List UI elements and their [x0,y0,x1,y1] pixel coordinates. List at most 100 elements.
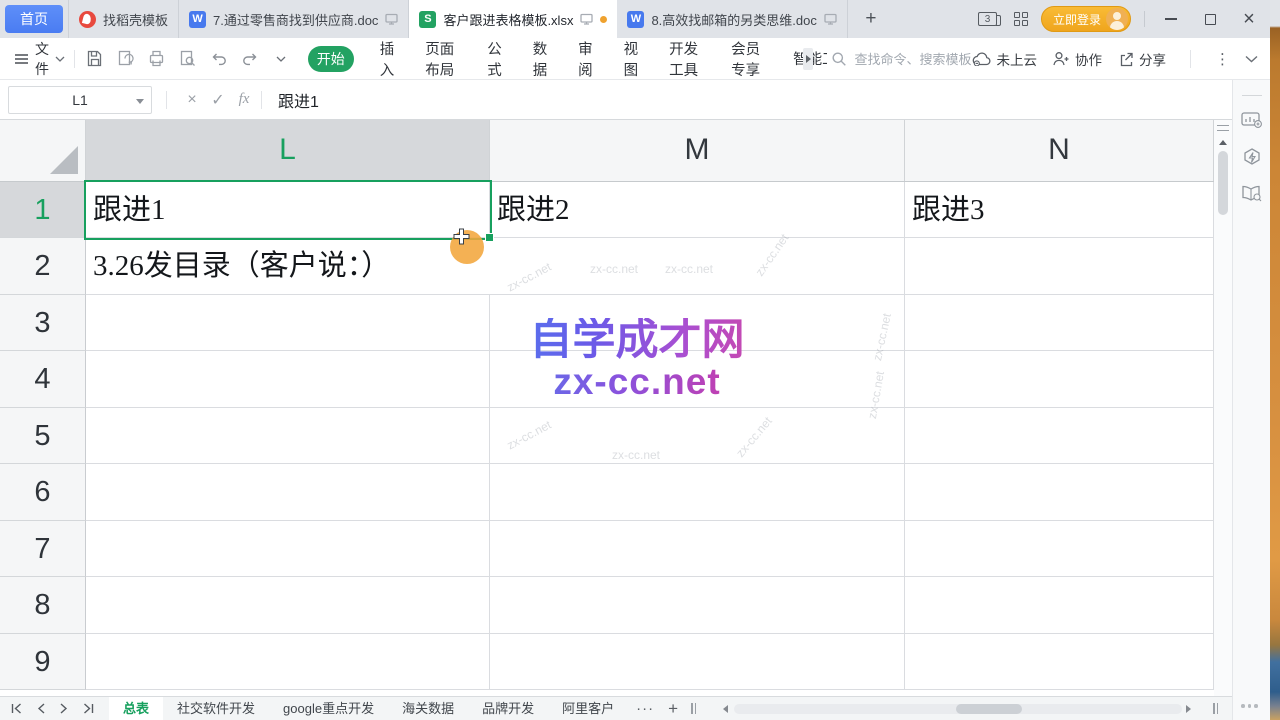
cell-N2[interactable] [905,238,1214,294]
cell-M3[interactable] [490,295,905,351]
close-button[interactable]: × [1236,6,1262,32]
vertical-scroll-thumb[interactable] [1218,151,1228,215]
more-options-icon[interactable]: ⋮ [1215,50,1230,68]
insert-function-icon[interactable]: fx [231,91,257,108]
ribbon-tab-review[interactable]: 审阅 [578,38,594,80]
tab-doc-email[interactable]: W 8.高效找邮箱的另类思维.doc [617,0,847,38]
ribbon-tab-dev-tools[interactable]: 开发工具 [669,38,702,80]
sheet-tab-alibaba[interactable]: 阿里客户 [548,697,628,720]
name-box[interactable]: L1 [8,86,152,114]
maximize-button[interactable] [1197,6,1223,32]
minimize-button[interactable] [1158,6,1184,32]
redo-button[interactable] [239,48,261,70]
cell-M8[interactable] [490,577,905,633]
split-handle-icon[interactable] [1217,125,1229,131]
collapse-ribbon-icon[interactable] [1245,55,1258,63]
toolbar-dropdown-icon[interactable] [270,48,292,70]
panel-more-icon[interactable] [1241,704,1258,708]
home-tab[interactable]: 首页 [5,5,63,33]
cell-M2[interactable] [490,238,905,294]
scroll-left-icon[interactable] [723,705,728,713]
print-preview-button[interactable] [177,48,199,70]
select-all-corner[interactable] [0,120,86,181]
chart-helper-icon[interactable] [1241,110,1263,129]
next-sheet-icon[interactable] [59,702,69,715]
ribbon-tab-data[interactable]: 数据 [533,38,549,80]
cell-L8[interactable] [86,577,490,633]
save-button[interactable] [84,48,106,70]
ribbon-tab-view[interactable]: 视图 [624,38,640,80]
cell-M9[interactable] [490,634,905,690]
cell-L1[interactable]: 跟进1 [86,182,490,238]
row-header-4[interactable]: 4 [0,351,86,407]
cell-L2[interactable]: 3.26发目录（客户说：） [86,238,490,294]
cell-L4[interactable] [86,351,490,407]
cell-L7[interactable] [86,521,490,577]
ribbon-overflow-button[interactable] [803,48,813,70]
cell-M1[interactable]: 跟进2 [490,182,905,238]
vertical-scrollbar[interactable] [1214,120,1232,696]
add-sheet-button[interactable]: + [668,699,678,719]
cell-N4[interactable] [905,351,1214,407]
cell-M6[interactable] [490,464,905,520]
cell-L3[interactable] [86,295,490,351]
formula-input[interactable]: 跟进1 [278,88,319,112]
sheet-tab-brand[interactable]: 品牌开发 [468,697,548,720]
cloud-status-button[interactable]: 未上云 [972,49,1038,69]
row-header-5[interactable]: 5 [0,408,86,464]
share-button[interactable]: 分享 [1117,49,1166,69]
ribbon-tab-insert[interactable]: 插入 [380,38,396,80]
cell-L6[interactable] [86,464,490,520]
row-header-7[interactable]: 7 [0,521,86,577]
row-header-2[interactable]: 2 [0,238,86,294]
app-launcher-icon[interactable] [1014,12,1028,26]
cell-M4[interactable] [490,351,905,407]
cell-N9[interactable] [905,634,1214,690]
cell-M5[interactable] [490,408,905,464]
column-header-L[interactable]: L [86,120,490,181]
sheet-tab-google[interactable]: google重点开发 [269,697,388,720]
sheet-tab-summary[interactable]: 总表 [109,697,163,720]
ribbon-tab-start[interactable]: 开始 [308,46,354,72]
pane-splitter-icon[interactable] [1213,703,1218,714]
sheet-tab-customs[interactable]: 海关数据 [388,697,468,720]
new-tab-button[interactable]: + [858,6,884,32]
confirm-entry-icon[interactable]: ✓ [205,90,231,110]
tab-doc-supplier[interactable]: W 7.通过零售商找到供应商.doc [179,0,409,38]
prev-sheet-icon[interactable] [36,702,46,715]
cell-N7[interactable] [905,521,1214,577]
collaborate-button[interactable]: 协作 [1052,49,1102,69]
export-pdf-button[interactable] [115,48,137,70]
horizontal-scrollbar[interactable] [734,704,1182,714]
name-box-dropdown-icon[interactable] [136,99,144,104]
undo-button[interactable] [208,48,230,70]
knowledge-book-icon[interactable] [1241,184,1263,202]
row-header-3[interactable]: 3 [0,295,86,351]
tab-docer-templates[interactable]: 找稻壳模板 [68,0,179,38]
ribbon-tab-formulas[interactable]: 公式 [487,38,503,80]
cell-N6[interactable] [905,464,1214,520]
tab-active-spreadsheet[interactable]: S 客户跟进表格模板.xlsx [409,0,617,38]
cancel-entry-icon[interactable]: × [179,91,205,109]
sheet-tab-social[interactable]: 社交软件开发 [163,697,269,720]
cell-N3[interactable] [905,295,1214,351]
horizontal-scroll-thumb[interactable] [956,704,1022,714]
cell-N1[interactable]: 跟进3 [905,182,1214,238]
scroll-up-icon[interactable] [1219,140,1227,145]
cell-M7[interactable] [490,521,905,577]
ribbon-tab-page-layout[interactable]: 页面布局 [425,38,458,80]
ribbon-search[interactable]: 查找命令、搜索模板 [831,49,971,68]
scroll-right-icon[interactable] [1186,705,1191,713]
last-sheet-icon[interactable] [82,702,95,715]
smart-toolbox-icon[interactable] [1241,147,1263,169]
pane-splitter-icon[interactable] [691,703,696,714]
column-header-M[interactable]: M [490,120,905,181]
print-button[interactable] [146,48,168,70]
login-button[interactable]: 立即登录 [1041,6,1131,32]
cell-L5[interactable] [86,408,490,464]
sheet-list-icon[interactable]: ··· [636,700,654,717]
ribbon-tab-member[interactable]: 会员专享 [731,38,764,80]
row-header-6[interactable]: 6 [0,464,86,520]
window-count-icon[interactable]: 3 [978,12,997,26]
file-menu[interactable]: 文件 [14,39,65,79]
